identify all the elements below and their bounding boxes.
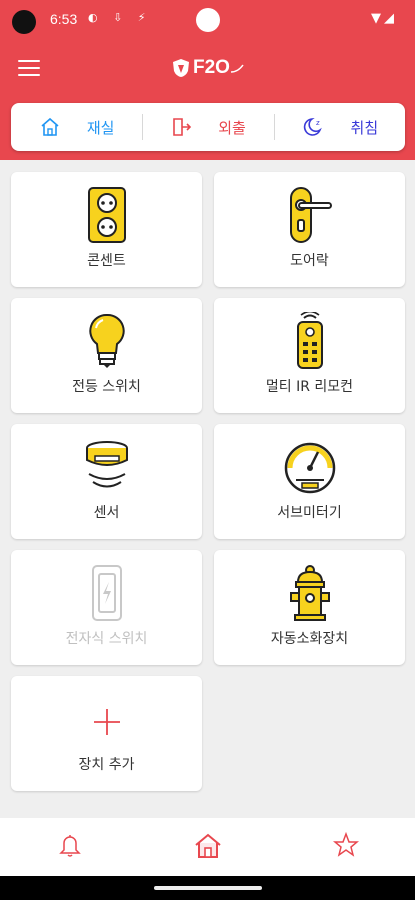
- bell-icon: [59, 835, 81, 857]
- mode-away-label: 외출: [218, 118, 246, 137]
- electronic-switch-icon: [91, 565, 122, 621]
- app-header: F2O 재실 외출 z 취침: [0, 40, 415, 160]
- front-camera: [196, 8, 220, 32]
- bottom-navigation: [0, 818, 415, 876]
- submeter-gauge-icon: [284, 442, 335, 494]
- menu-icon: [18, 60, 40, 62]
- device-card-sensor[interactable]: 센서: [11, 424, 202, 539]
- device-label: 도어락: [290, 253, 329, 269]
- exit-door-icon: [173, 118, 192, 136]
- status-time: 6:53: [50, 11, 78, 27]
- device-label: 전등 스위치: [72, 379, 141, 395]
- gesture-handle[interactable]: [154, 886, 262, 890]
- device-label: 서브미터기: [277, 505, 342, 521]
- svg-text:z: z: [316, 119, 320, 127]
- ir-remote-icon: [296, 312, 323, 369]
- device-label: 콘센트: [87, 253, 126, 269]
- mode-sleep[interactable]: z 취침: [273, 103, 405, 151]
- menu-button[interactable]: [18, 60, 40, 78]
- mode-home-label: 재실: [86, 118, 115, 137]
- device-card-submeter[interactable]: 서브미터기: [214, 424, 405, 539]
- mode-selector: 재실 외출 z 취침: [11, 103, 405, 151]
- system-gesture-area: [0, 876, 415, 900]
- nav-home[interactable]: [193, 832, 223, 862]
- device-label: 장치 추가: [78, 757, 135, 773]
- mode-home[interactable]: 재실: [11, 103, 142, 151]
- device-label: 자동소화장치: [270, 631, 349, 647]
- mode-sleep-label: 취침: [350, 118, 379, 137]
- device-card-ir-remote[interactable]: 멀티 IR 리모컨: [214, 298, 405, 413]
- light-bulb-icon: [88, 313, 125, 368]
- device-card-electronic-switch[interactable]: 전자식 스위치: [11, 550, 202, 665]
- moon-sleep-icon: z: [303, 117, 322, 136]
- app-logo: F2O: [172, 54, 244, 82]
- add-device-button[interactable]: 장치 추가: [11, 676, 202, 791]
- camera-cutout: [12, 10, 36, 34]
- status-bar: 6:53 ◐ ⇩ ⚡ ▼◢: [0, 0, 415, 40]
- notification-icons: ◐ ⇩ ⚡: [88, 11, 152, 24]
- logo-text: F2O: [193, 57, 230, 78]
- home-icon: [41, 117, 59, 136]
- outlet-icon: [87, 187, 126, 243]
- device-card-door-lock[interactable]: 도어락: [214, 172, 405, 287]
- device-card-light-switch[interactable]: 전등 스위치: [11, 298, 202, 413]
- sensor-icon: [85, 441, 128, 488]
- door-lock-icon: [289, 187, 332, 243]
- device-card-outlet[interactable]: 콘센트: [11, 172, 202, 287]
- device-card-fire-extinguisher[interactable]: 자동소화장치: [214, 550, 405, 665]
- star-icon: [333, 832, 359, 857]
- nav-notifications[interactable]: [55, 832, 85, 862]
- nav-favorites[interactable]: [331, 832, 361, 862]
- plus-icon: [93, 709, 120, 735]
- fire-hydrant-icon: [289, 565, 330, 621]
- device-label: 센서: [93, 505, 120, 521]
- mode-away[interactable]: 외출: [142, 103, 273, 151]
- signal-icons: ▼◢: [371, 11, 397, 26]
- home-icon: [195, 833, 221, 858]
- shield-logo-icon: [173, 59, 189, 77]
- device-label: 전자식 스위치: [65, 631, 148, 647]
- device-label: 멀티 IR 리모컨: [265, 379, 354, 395]
